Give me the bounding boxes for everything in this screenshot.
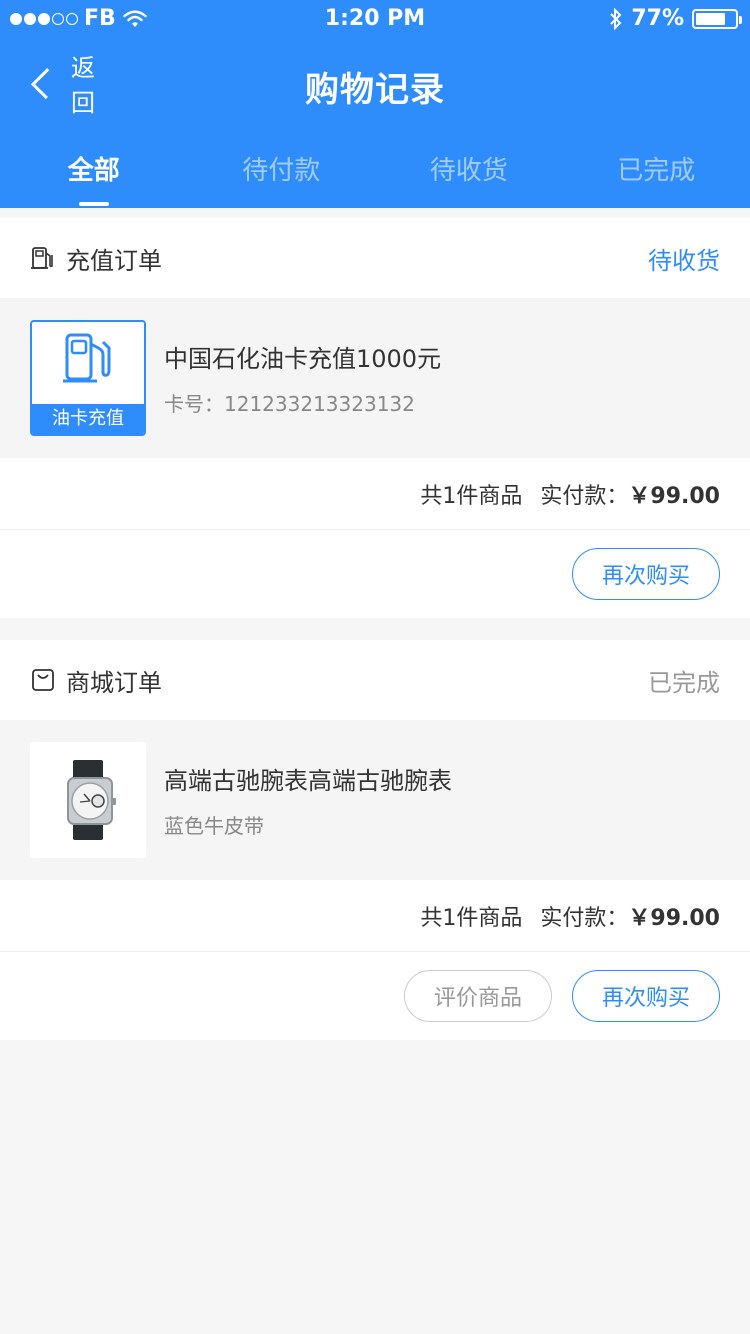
order-card-recharge[interactable]: 充值订单 待收货 油卡充值 中国石化油卡充值1000元 卡号：121233213… <box>0 218 750 618</box>
order-type: 商城订单 <box>30 663 162 698</box>
paid-amount: ￥99.00 <box>628 483 720 509</box>
order-item[interactable]: 高端古驰腕表高端古驰腕表 蓝色牛皮带 <box>0 720 750 880</box>
buy-again-button[interactable]: 再次购买 <box>572 970 720 1022</box>
review-product-button[interactable]: 评价商品 <box>404 970 552 1022</box>
shopping-bag-icon <box>32 669 54 691</box>
order-summary: 共1件商品 实付款：￥99.00 <box>0 458 750 530</box>
page-title: 购物记录 <box>305 70 445 110</box>
battery-icon <box>692 8 742 29</box>
item-count: 共1件商品 <box>420 483 523 509</box>
order-type-label: 商城订单 <box>66 668 162 697</box>
item-info: 高端古驰腕表高端古驰腕表 蓝色牛皮带 <box>164 761 452 839</box>
order-tabs: 全部 待付款 待收货 已完成 <box>0 150 750 208</box>
order-item[interactable]: 油卡充值 中国石化油卡充值1000元 卡号：121233213323132 <box>0 298 750 458</box>
item-name: 高端古驰腕表高端古驰腕表 <box>164 767 452 795</box>
order-type: 充值订单 <box>30 241 162 276</box>
navigation-bar: 返回 购物记录 <box>0 50 750 120</box>
tab-pending-delivery[interactable]: 待收货 <box>375 150 563 208</box>
order-card-mall[interactable]: 商城订单 已完成 高端古驰腕表高端古驰腕表 蓝色牛皮带 共1件商品 实付款：￥9… <box>0 640 750 1040</box>
paid-label: 实付款： <box>540 905 629 931</box>
buy-again-button[interactable]: 再次购买 <box>572 548 720 600</box>
tab-pending-payment[interactable]: 待付款 <box>188 150 376 208</box>
item-info: 中国石化油卡充值1000元 卡号：121233213323132 <box>164 339 441 417</box>
order-actions: 再次购买 <box>0 530 750 618</box>
watch-thumbnail <box>30 742 146 858</box>
watch-image <box>67 760 116 840</box>
app-header: FB 1:20 PM 77% 返回 购物记录 全部 待付款 待收货 已完成 <box>0 0 750 208</box>
paid-amount: ￥99.00 <box>628 905 720 931</box>
fuel-card-label: 油卡充值 <box>32 404 144 434</box>
order-summary: 共1件商品 实付款：￥99.00 <box>0 880 750 952</box>
order-status: 待收货 <box>648 246 720 275</box>
status-right: 77% <box>609 6 742 31</box>
fuel-pump-icon <box>31 247 53 269</box>
order-header: 商城订单 已完成 <box>0 640 750 720</box>
status-bar: FB 1:20 PM 77% <box>0 0 750 40</box>
item-card-number: 卡号：121233213323132 <box>164 392 415 416</box>
fuel-pump-icon <box>63 333 111 383</box>
battery-percentage: 77% <box>631 6 684 31</box>
order-status: 已完成 <box>648 668 720 697</box>
item-name: 中国石化油卡充值1000元 <box>164 345 442 373</box>
fuel-card-thumbnail: 油卡充值 <box>30 320 146 436</box>
tab-completed[interactable]: 已完成 <box>563 150 750 208</box>
order-type-label: 充值订单 <box>66 246 162 275</box>
order-header: 充值订单 待收货 <box>0 218 750 298</box>
bluetooth-icon <box>610 7 622 30</box>
item-variant: 蓝色牛皮带 <box>164 814 264 838</box>
tab-all[interactable]: 全部 <box>0 150 188 208</box>
order-actions: 评价商品 再次购买 <box>0 952 750 1040</box>
paid-label: 实付款： <box>540 483 629 509</box>
item-count: 共1件商品 <box>420 905 523 931</box>
